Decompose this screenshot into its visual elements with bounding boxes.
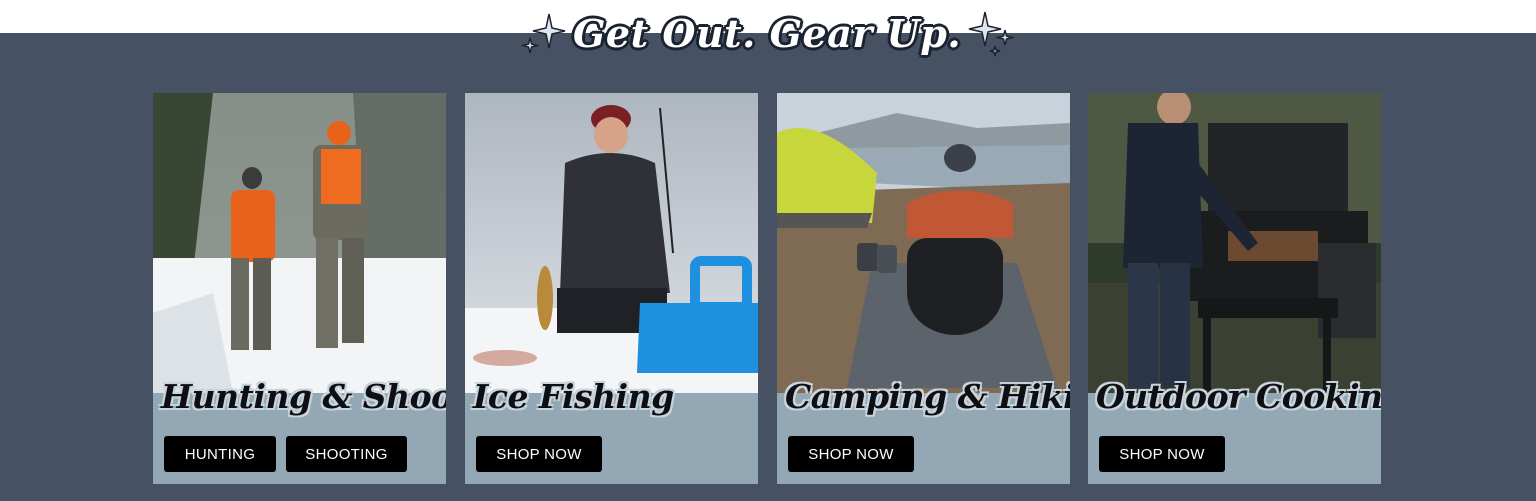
sparkle-left-icon: [520, 13, 566, 54]
grilling-photo[interactable]: [1088, 93, 1381, 393]
shop-now-button[interactable]: SHOP NOW: [476, 436, 602, 472]
card-title: Outdoor Cooking: [1096, 377, 1381, 416]
card-title: Ice Fishing: [473, 377, 674, 416]
card-title: Hunting & Shooting: [161, 377, 446, 416]
hunters-snow-photo[interactable]: [153, 93, 446, 393]
headline-banner: Get Out. Gear Up.: [0, 2, 1536, 64]
camping-photo[interactable]: [777, 93, 1070, 393]
ice-fishing-photo[interactable]: [465, 93, 758, 393]
card-hunting-shooting: Hunting & Shooting HUNTING SHOOTING: [153, 93, 446, 484]
shooting-button[interactable]: SHOOTING: [286, 436, 407, 472]
hunting-button[interactable]: HUNTING: [164, 436, 276, 472]
headline-text: Get Out. Gear Up.: [572, 10, 962, 56]
card-ice-fishing: Ice Fishing SHOP NOW: [465, 93, 758, 484]
shop-now-button[interactable]: SHOP NOW: [1099, 436, 1225, 472]
shop-now-button[interactable]: SHOP NOW: [788, 436, 914, 472]
card-outdoor-cooking: Outdoor Cooking SHOP NOW: [1088, 93, 1381, 484]
card-title: Camping & Hiking: [785, 377, 1070, 416]
card-camping-hiking: Camping & Hiking SHOP NOW: [777, 93, 1070, 484]
sparkle-right-icon: [968, 11, 1015, 57]
